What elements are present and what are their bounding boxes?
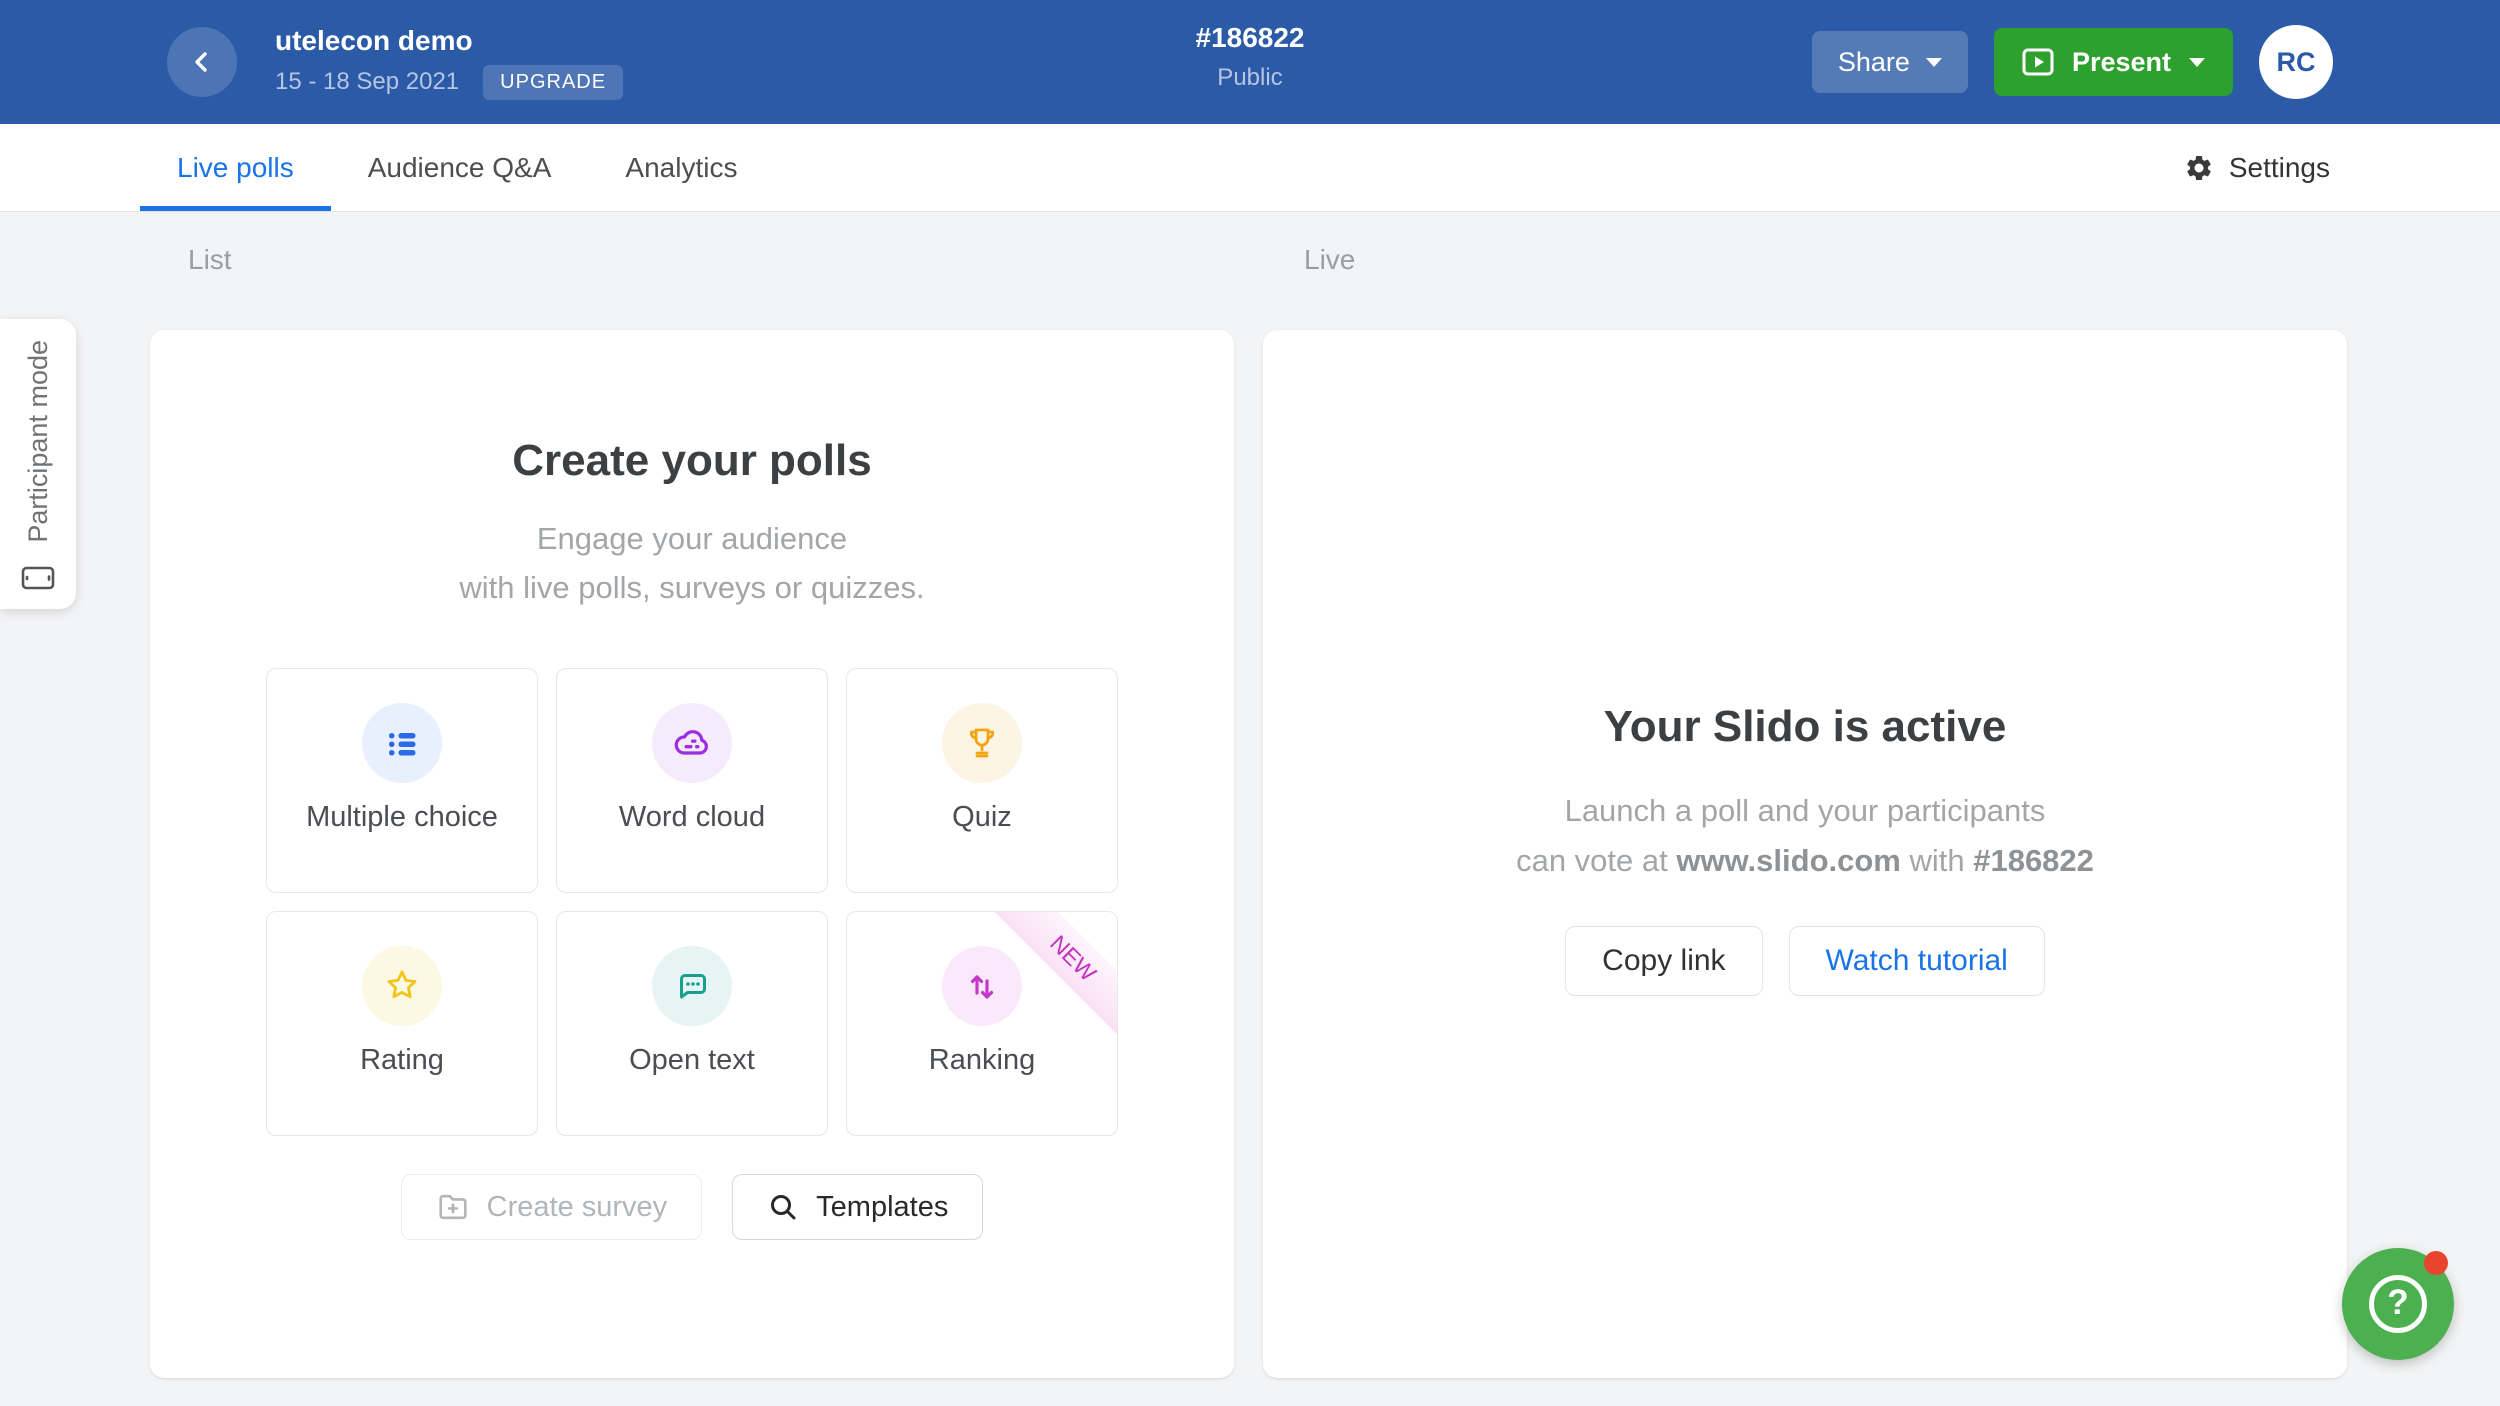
- participant-mode-tab[interactable]: Participant mode: [0, 319, 76, 609]
- chevron-left-icon: [187, 47, 217, 77]
- event-info: utelecon demo 15 - 18 Sep 2021 UPGRADE: [275, 25, 623, 100]
- app-header: utelecon demo 15 - 18 Sep 2021 UPGRADE #…: [0, 0, 2500, 124]
- live-status-card: Your Slido is active Launch a poll and y…: [1263, 330, 2347, 1378]
- watch-tutorial-button[interactable]: Watch tutorial: [1789, 926, 2045, 996]
- upgrade-badge[interactable]: UPGRADE: [483, 65, 623, 100]
- user-avatar[interactable]: RC: [2259, 25, 2333, 99]
- question-mark-icon: ?: [2369, 1275, 2427, 1333]
- templates-label: Templates: [816, 1191, 948, 1224]
- main-content: List Live Create your polls Engage your …: [0, 212, 2500, 1406]
- create-polls-card: Create your polls Engage your audience w…: [150, 330, 1234, 1378]
- event-title: utelecon demo: [275, 25, 623, 57]
- notification-dot: [2424, 1251, 2448, 1275]
- present-play-icon: [2022, 48, 2054, 76]
- create-survey-button[interactable]: Create survey: [401, 1174, 703, 1240]
- create-polls-title: Create your polls: [150, 436, 1234, 486]
- create-survey-label: Create survey: [487, 1191, 668, 1224]
- templates-button[interactable]: Templates: [732, 1174, 983, 1240]
- trophy-icon: [963, 724, 1001, 762]
- chevron-down-icon: [1926, 58, 1942, 67]
- poll-type-ranking[interactable]: NEW Ranking: [846, 911, 1118, 1136]
- star-icon: [382, 966, 422, 1006]
- device-icon: [20, 563, 56, 593]
- event-code-block: #186822 Public: [1195, 22, 1304, 92]
- list-icon: [384, 725, 420, 761]
- list-section-label: List: [188, 244, 232, 276]
- tab-live-polls[interactable]: Live polls: [140, 124, 331, 211]
- event-dates: 15 - 18 Sep 2021: [275, 68, 459, 96]
- gear-icon: [2184, 153, 2214, 183]
- poll-type-label: Word cloud: [619, 801, 765, 834]
- help-button[interactable]: ?: [2342, 1248, 2454, 1360]
- chevron-down-icon: [2189, 58, 2205, 67]
- poll-type-label: Open text: [629, 1044, 755, 1077]
- poll-type-word-cloud[interactable]: Word cloud: [556, 668, 828, 893]
- participant-mode-label: Participant mode: [23, 340, 54, 543]
- live-section-label: Live: [1304, 244, 1355, 276]
- live-status-message: Launch a poll and your participants can …: [1263, 786, 2347, 886]
- chat-bubble-icon: [673, 967, 711, 1005]
- back-button[interactable]: [167, 27, 237, 97]
- slido-domain: www.slido.com: [1676, 843, 1901, 878]
- tab-audience-qa[interactable]: Audience Q&A: [331, 124, 589, 211]
- share-button[interactable]: Share: [1812, 31, 1968, 93]
- event-visibility: Public: [1195, 64, 1304, 92]
- event-code: #186822: [1195, 22, 1304, 54]
- copy-link-button[interactable]: Copy link: [1565, 926, 1762, 996]
- poll-type-multiple-choice[interactable]: Multiple choice: [266, 668, 538, 893]
- poll-type-label: Quiz: [952, 801, 1012, 834]
- present-button[interactable]: Present: [1994, 28, 2233, 96]
- poll-type-open-text[interactable]: Open text: [556, 911, 828, 1136]
- present-button-label: Present: [2072, 47, 2171, 78]
- create-polls-subtitle: Engage your audience with live polls, su…: [150, 514, 1234, 612]
- poll-type-label: Rating: [360, 1044, 444, 1077]
- poll-type-label: Ranking: [929, 1044, 1035, 1077]
- avatar-initials: RC: [2277, 47, 2316, 78]
- settings-button[interactable]: Settings: [2184, 124, 2330, 211]
- poll-type-rating[interactable]: Rating: [266, 911, 538, 1136]
- folder-plus-icon: [436, 1190, 470, 1224]
- event-code-inline: #186822: [1973, 843, 2094, 878]
- ranking-arrows-icon: [963, 967, 1001, 1005]
- settings-label: Settings: [2229, 152, 2330, 184]
- search-icon: [767, 1191, 799, 1223]
- live-status-title: Your Slido is active: [1263, 702, 2347, 752]
- poll-type-label: Multiple choice: [306, 801, 498, 834]
- copy-link-label: Copy link: [1602, 944, 1725, 978]
- watch-tutorial-label: Watch tutorial: [1826, 944, 2008, 978]
- cloud-icon: [672, 725, 712, 761]
- tab-analytics[interactable]: Analytics: [588, 124, 774, 211]
- poll-type-quiz[interactable]: Quiz: [846, 668, 1118, 893]
- tab-bar: Live polls Audience Q&A Analytics Settin…: [0, 124, 2500, 212]
- poll-type-grid: Multiple choice Word cloud Quiz Rating: [266, 668, 1118, 1136]
- share-button-label: Share: [1838, 47, 1910, 78]
